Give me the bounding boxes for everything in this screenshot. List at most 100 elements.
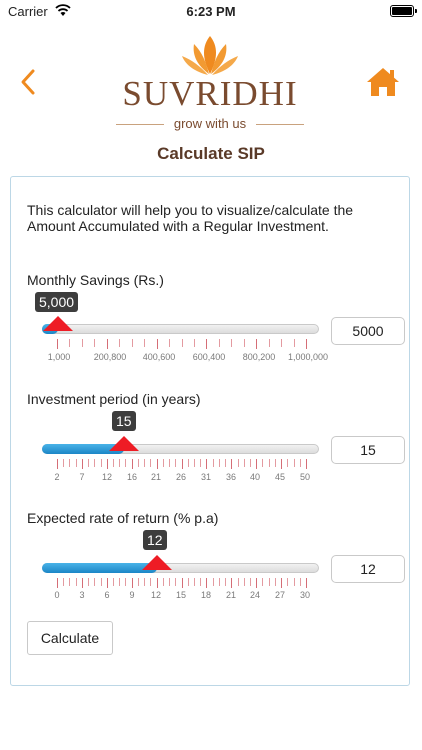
slider-thumb[interactable] [109,436,140,451]
tick-mark [268,339,270,347]
tick-mark [75,578,77,586]
clock: 6:23 PM [186,4,236,19]
tick-mark [100,459,102,467]
tick-mark [181,578,183,588]
tick-mark [200,459,202,467]
investment-period-input[interactable]: 15 [331,436,405,464]
tick-mark [169,459,171,467]
tick-mark [218,459,220,467]
tick-mark [63,578,65,586]
tick-mark [299,578,301,586]
tick-label: 18 [200,590,212,600]
tick-mark [187,578,189,586]
tick-mark [69,459,71,467]
tick-mark [193,578,195,586]
tick-mark [281,578,283,588]
tick-mark [119,339,121,347]
tick-mark [156,578,158,588]
brand-name: SUVRIDHI [122,74,298,113]
tick-label: 600,400 [192,352,226,362]
tick-mark [75,459,77,467]
slider-track [42,324,319,334]
tick-mark [125,578,127,586]
tick-mark [144,578,146,586]
tick-mark [299,459,301,467]
tick-label: 200,800 [93,352,127,362]
tick-mark [218,339,220,347]
investment-period-bubble: 15 [112,411,136,431]
tick-mark [193,339,195,347]
tick-mark [119,459,121,467]
tick-mark [175,578,177,586]
tick-mark [206,578,208,588]
tick-mark [106,578,108,588]
tick-mark [200,578,202,586]
status-bar: Carrier 6:23 PM [0,0,422,22]
monthly-savings-input[interactable]: 5000 [331,317,405,345]
battery-icon [390,5,417,17]
tick-label: 40 [249,472,261,482]
tick-mark [69,578,71,586]
tick-mark [100,578,102,586]
tick-mark [293,578,295,586]
tick-mark [125,459,127,467]
tick-mark [274,459,276,467]
tick-mark [262,578,264,586]
intro-text: This calculator will help you to visuali… [27,202,354,234]
tick-mark [306,578,307,588]
tick-mark [94,339,96,347]
slider-thumb[interactable] [141,555,172,570]
tick-label: 6 [104,590,110,600]
tick-mark [287,578,289,586]
back-chevron-icon[interactable] [18,68,38,96]
tick-label: 12 [101,472,113,482]
tick-label: 0 [54,590,60,600]
tick-mark [63,459,65,467]
tick-label: 1,000 [47,352,71,362]
page-title: Calculate SIP [157,144,265,163]
tick-label: 26 [175,472,187,482]
slider-thumb[interactable] [42,316,73,331]
tick-mark [287,459,289,467]
tick-mark [150,459,152,467]
tick-mark [169,339,171,347]
tick-mark [249,578,251,586]
tick-mark [81,459,83,469]
tick-label: 3 [79,590,85,600]
tick-mark [81,339,83,347]
investment-period-label: Investment period (in years) [27,391,201,407]
tick-label: 400,600 [142,352,176,362]
tick-mark [131,339,133,347]
investment-period-slider[interactable] [42,436,319,454]
tick-mark [256,339,258,349]
tick-mark [106,459,108,469]
expected-return-input[interactable]: 12 [331,555,405,583]
expected-return-slider[interactable] [42,555,319,573]
tick-label: 30 [299,590,311,600]
tick-mark [281,459,283,469]
tick-label: 24 [249,590,261,600]
tick-mark [137,578,139,586]
tick-label: 9 [129,590,135,600]
tick-mark [293,459,295,467]
slider-fill [42,563,157,573]
calculate-button[interactable]: Calculate [27,621,113,655]
tick-mark [218,578,220,586]
tick-mark [206,459,208,469]
tick-mark [281,339,283,347]
tick-mark [243,578,245,586]
tick-mark [144,459,146,467]
tick-label: 27 [274,590,286,600]
tick-mark [57,578,58,588]
tick-label: 7 [79,472,85,482]
monthly-savings-slider[interactable] [42,316,319,334]
tick-mark [119,578,121,586]
tick-mark [249,459,251,467]
tick-mark [181,339,183,347]
tick-mark [268,578,270,586]
home-icon[interactable] [365,66,401,98]
tick-mark [162,578,164,586]
tick-label: 31 [200,472,212,482]
tick-mark [262,459,264,467]
tick-mark [88,459,90,467]
